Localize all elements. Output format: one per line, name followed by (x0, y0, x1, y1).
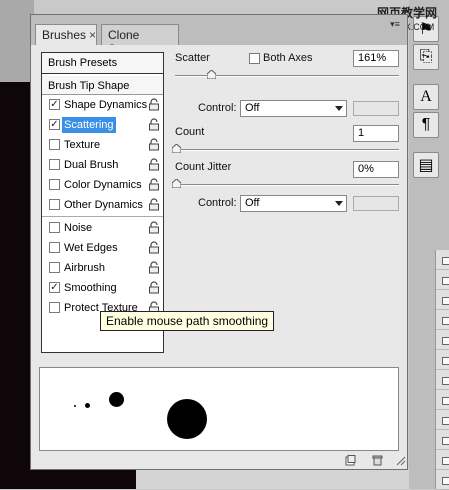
canvas-area (0, 0, 34, 82)
panel-tabbar: Brushes× Clone Source ▾≡ (31, 15, 407, 56)
count-label: Count (175, 126, 205, 138)
both-axes-checkbox[interactable] (249, 53, 260, 64)
list-item-label: Other Dynamics (64, 199, 143, 211)
workspace-background (136, 468, 436, 489)
list-item-noise[interactable]: Noise (42, 218, 163, 238)
close-icon[interactable]: × (89, 28, 96, 42)
scatter-slider-thumb[interactable] (206, 69, 217, 80)
scatter-value-field[interactable]: 161% (353, 50, 399, 67)
both-axes-label: Both Axes (263, 52, 313, 64)
count-jitter-control-value: Off (245, 197, 260, 209)
clone-source-icon[interactable]: ⎘ (413, 44, 439, 70)
lock-icon[interactable] (148, 138, 160, 151)
layers-panel-strip (435, 250, 449, 490)
list-item-label: Noise (64, 222, 93, 234)
list-item-label: Texture (64, 139, 101, 151)
checkbox[interactable] (49, 262, 60, 273)
count-jitter-value-field[interactable]: 0% (353, 161, 399, 178)
panel-menu-icon[interactable]: ▾≡ (387, 19, 403, 33)
list-item-label: Dual Brush (64, 159, 119, 171)
lock-icon[interactable] (148, 281, 160, 294)
lock-icon[interactable] (148, 241, 160, 254)
list-item-airbrush[interactable]: Airbrush (42, 258, 163, 278)
brush-tip-shape-item[interactable]: Brush Tip Shape (42, 74, 163, 95)
panel-content: Brush Presets Brush Tip Shape ✓ Shape Dy… (31, 45, 407, 469)
list-item-label: Airbrush (64, 262, 105, 274)
chevron-down-icon (335, 106, 343, 111)
count-jitter-label: Count Jitter (175, 161, 232, 173)
lock-icon[interactable] (148, 198, 160, 211)
checkbox[interactable] (49, 222, 60, 233)
list-item-shape-dynamics[interactable]: ✓ Shape Dynamics (42, 95, 163, 115)
new-preset-icon[interactable] (345, 455, 356, 466)
brush-stroke-preview (39, 367, 399, 451)
list-item-texture[interactable]: Texture (42, 135, 163, 155)
list-item-label: Color Dynamics (64, 179, 142, 191)
brush-presets-item[interactable]: Brush Presets (42, 53, 163, 74)
panel-status-bar (31, 453, 407, 469)
list-item-other-dynamics[interactable]: Other Dynamics (42, 195, 163, 215)
count-jitter-extra-field (353, 196, 399, 211)
lock-icon[interactable] (148, 98, 160, 111)
list-item-label: Smoothing (64, 282, 117, 294)
scatter-label: Scatter (175, 52, 210, 64)
count-slider-thumb[interactable] (171, 143, 182, 154)
tab-brushes-label: Brushes (42, 28, 87, 42)
count-jitter-slider-thumb[interactable] (171, 178, 182, 189)
count-value-field[interactable]: 1 (353, 125, 399, 142)
lock-icon[interactable] (148, 118, 160, 131)
scatter-control-select[interactable]: Off (240, 100, 347, 117)
count-jitter-control-label: Control: (198, 197, 237, 209)
trash-icon[interactable] (372, 455, 383, 466)
resize-grip-icon[interactable] (395, 455, 406, 466)
list-item-smoothing[interactable]: ✓ Smoothing (42, 278, 163, 298)
lock-icon[interactable] (148, 178, 160, 191)
tooltip: Enable mouse path smoothing (100, 311, 275, 331)
brush-dot (109, 392, 124, 407)
scatter-control-value: Off (245, 102, 260, 114)
list-item-label: Wet Edges (64, 242, 118, 254)
layer-comps-icon[interactable]: ▤ (413, 152, 439, 178)
brushes-panel: Brushes× Clone Source ▾≡ Brush Presets B… (30, 14, 408, 470)
lock-icon[interactable] (148, 261, 160, 274)
list-item-label: Scattering (62, 117, 116, 133)
checkbox[interactable] (49, 139, 60, 150)
tab-brushes[interactable]: Brushes × (35, 24, 97, 45)
tab-clone-source[interactable]: Clone Source (101, 24, 179, 56)
count-slider-track[interactable] (175, 149, 399, 151)
chevron-down-icon (335, 201, 343, 206)
scatter-jitter-field (353, 101, 399, 116)
character-icon[interactable]: A (413, 84, 439, 110)
checkbox[interactable] (49, 199, 60, 210)
count-jitter-slider-track[interactable] (175, 184, 399, 186)
checkbox[interactable] (49, 242, 60, 253)
list-item-scattering[interactable]: ✓ Scattering (42, 115, 163, 135)
checkbox[interactable]: ✓ (49, 282, 60, 293)
list-item-label: Shape Dynamics (64, 99, 148, 111)
count-jitter-control-select[interactable]: Off (240, 195, 347, 212)
list-item-color-dynamics[interactable]: Color Dynamics (42, 175, 163, 195)
lock-icon[interactable] (148, 221, 160, 234)
brush-dot (74, 405, 76, 407)
checkbox[interactable] (49, 179, 60, 190)
checkbox[interactable] (49, 302, 60, 313)
list-item-dual-brush[interactable]: Dual Brush (42, 155, 163, 175)
lock-icon[interactable] (148, 158, 160, 171)
brush-options-list: Brush Presets Brush Tip Shape ✓ Shape Dy… (41, 52, 164, 353)
checkbox[interactable]: ✓ (49, 99, 60, 110)
scatter-control-label: Control: (198, 102, 237, 114)
paragraph-icon[interactable]: ¶ (413, 112, 439, 138)
checkbox[interactable]: ✓ (49, 119, 60, 130)
brush-dot (167, 399, 207, 439)
list-item-wet-edges[interactable]: Wet Edges (42, 238, 163, 258)
checkbox[interactable] (49, 159, 60, 170)
brush-dot (85, 403, 90, 408)
